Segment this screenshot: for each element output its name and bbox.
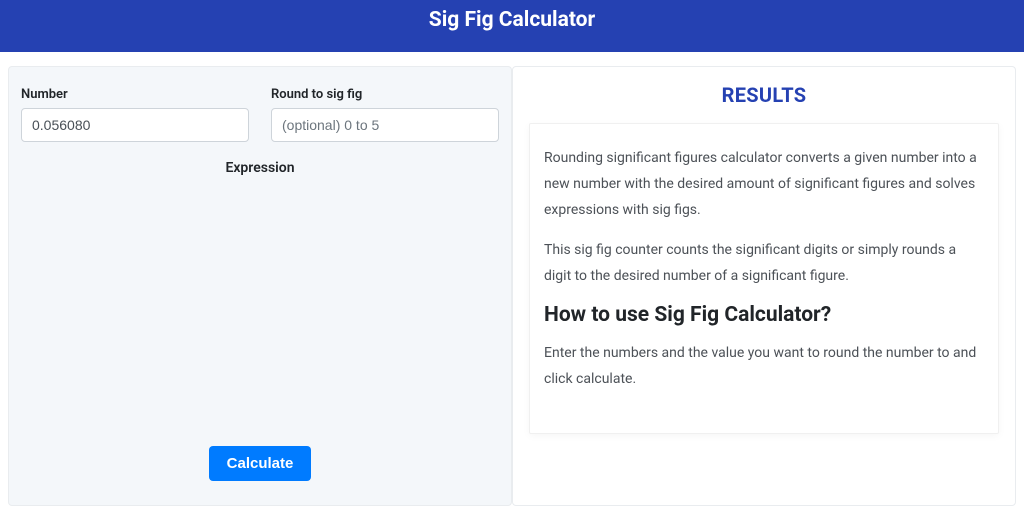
input-panel: Number Round to sig fig Expression Calcu… <box>8 66 512 506</box>
results-title: RESULTS <box>517 83 1011 107</box>
spacer <box>21 176 499 446</box>
results-paragraph-3: Enter the numbers and the value you want… <box>544 341 984 393</box>
input-row: Number Round to sig fig <box>21 87 499 142</box>
main-container: Number Round to sig fig Expression Calcu… <box>0 52 1024 506</box>
expression-label: Expression <box>21 160 499 176</box>
calculate-button[interactable]: Calculate <box>209 446 312 481</box>
results-heading: How to use Sig Fig Calculator? <box>544 303 984 327</box>
round-input[interactable] <box>271 108 499 142</box>
results-panel: RESULTS Rounding significant figures cal… <box>512 66 1016 506</box>
page-title: Sig Fig Calculator <box>0 8 1024 32</box>
page-header: Sig Fig Calculator <box>0 0 1024 52</box>
round-label: Round to sig fig <box>271 87 499 102</box>
number-field-group: Number <box>21 87 249 142</box>
results-paragraph-1: Rounding significant figures calculator … <box>544 146 984 224</box>
number-input[interactable] <box>21 108 249 142</box>
results-card: Rounding significant figures calculator … <box>529 123 999 434</box>
number-label: Number <box>21 87 249 102</box>
round-field-group: Round to sig fig <box>271 87 499 142</box>
results-paragraph-2: This sig fig counter counts the signific… <box>544 238 984 290</box>
